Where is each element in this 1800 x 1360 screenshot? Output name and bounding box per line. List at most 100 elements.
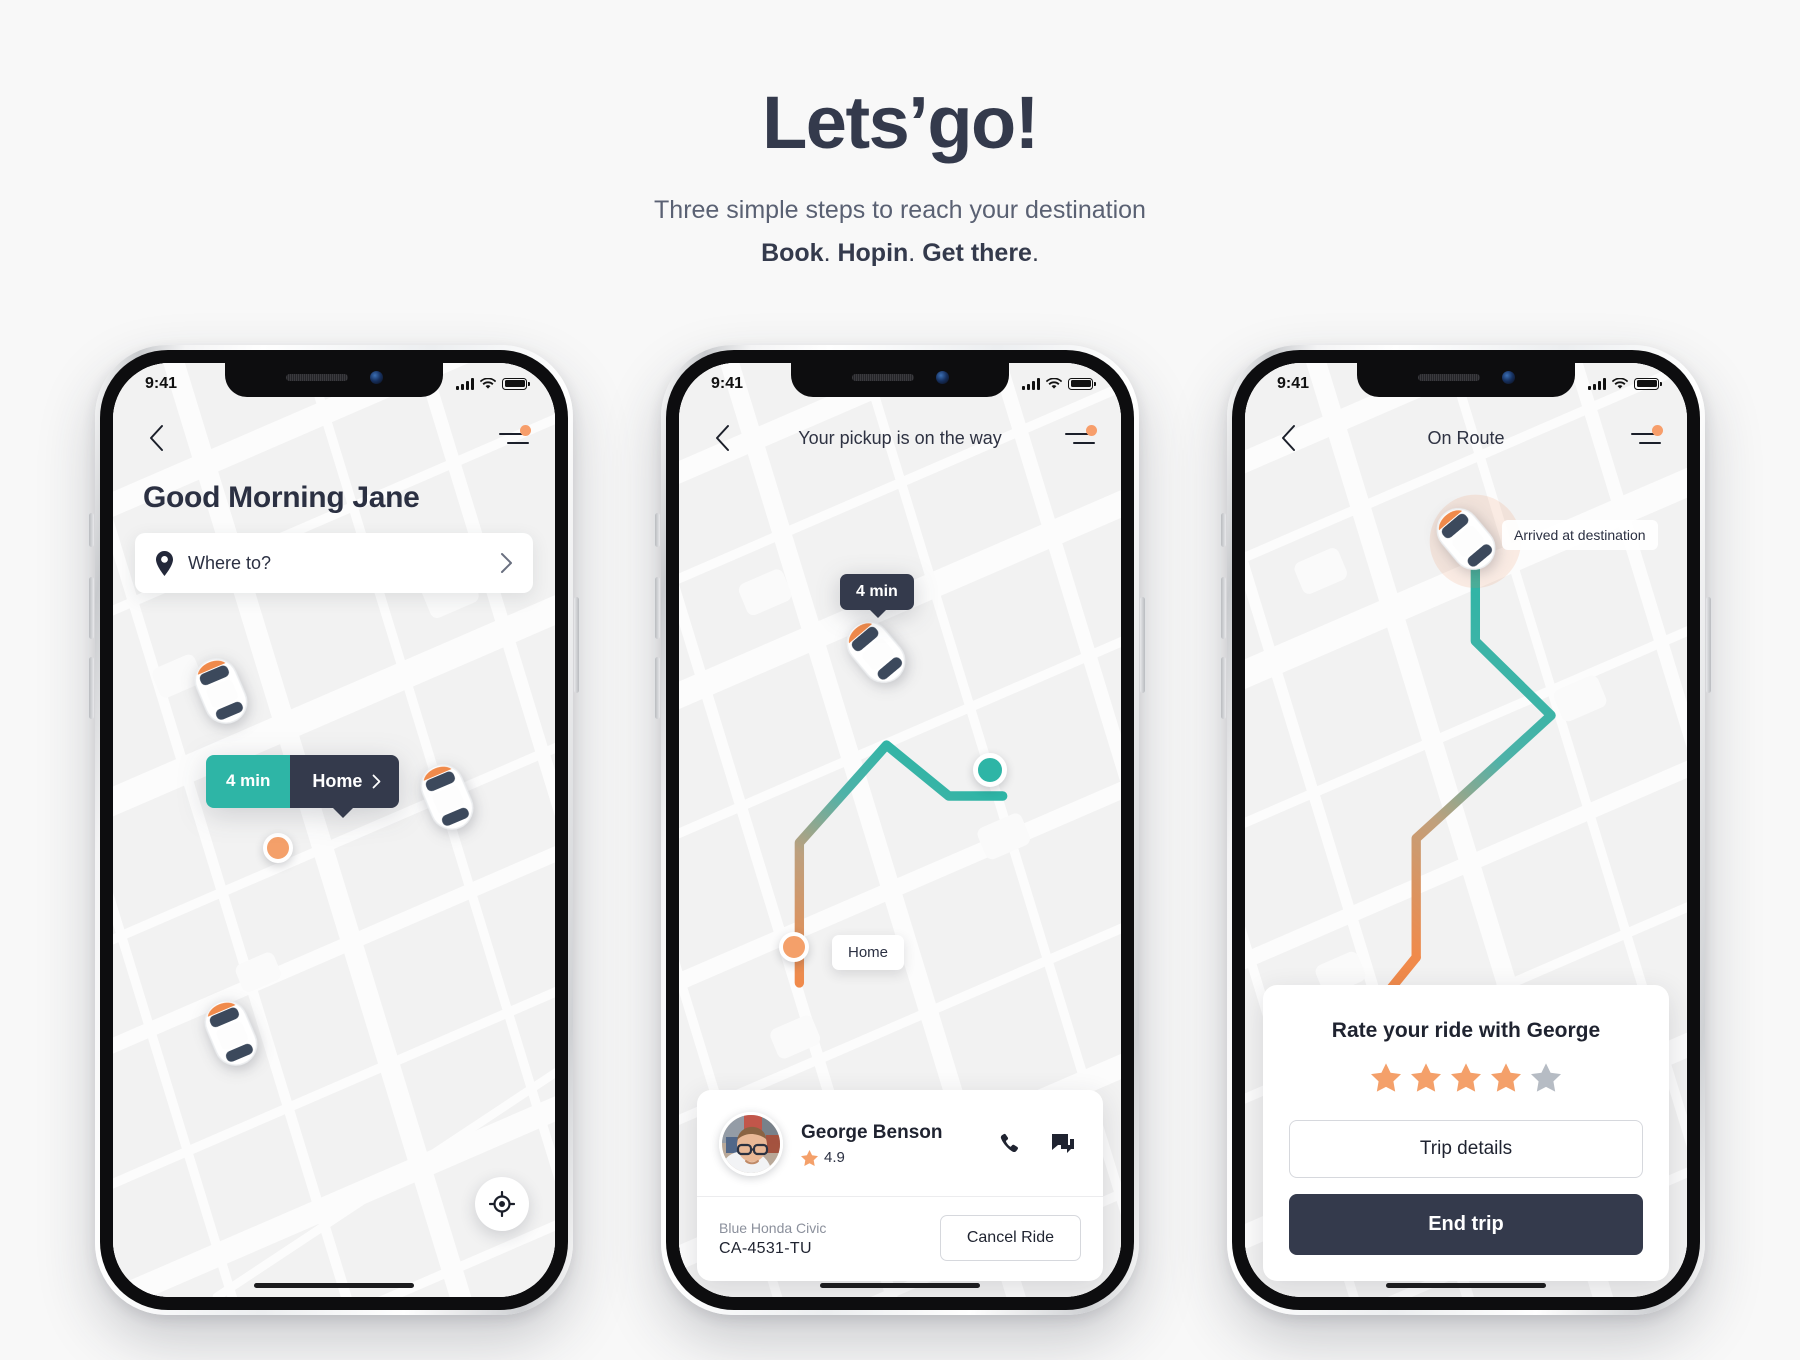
- phone-icon: [1000, 1133, 1018, 1153]
- mute-switch: [1221, 513, 1226, 547]
- status-icons: [1022, 377, 1096, 390]
- driver-name: George Benson: [801, 1122, 943, 1143]
- back-button[interactable]: [139, 421, 173, 455]
- arrived-chip: Arrived at destination: [1502, 520, 1658, 550]
- vehicle-info: Blue Honda Civic CA-4531-TU: [719, 1218, 826, 1258]
- search-placeholder-text: Where to?: [188, 552, 272, 573]
- star-icon: [801, 1149, 818, 1166]
- volume-down-button: [1221, 657, 1226, 719]
- star-icon-2[interactable]: [1411, 1063, 1441, 1092]
- power-button: [1706, 597, 1711, 693]
- greeting-text: Good Morning Jane: [143, 481, 420, 514]
- callout-destination-label: Home: [312, 771, 363, 791]
- star-icon-5[interactable]: [1531, 1063, 1561, 1092]
- nav-title-pickup: Your pickup is on the way: [798, 427, 1002, 448]
- top-nav-on-route: On Route: [1245, 415, 1687, 461]
- earpiece-speaker: [1417, 373, 1480, 381]
- star-icon-3[interactable]: [1451, 1063, 1481, 1092]
- cancel-ride-button[interactable]: Cancel Ride: [939, 1215, 1081, 1261]
- home-chip[interactable]: Home: [832, 935, 905, 970]
- phone-body: 9:41: [100, 350, 568, 1310]
- driver-rating: 4.9: [801, 1149, 973, 1166]
- rating-card: Rate your ride with George Trip details …: [1263, 985, 1669, 1281]
- notch: [1357, 363, 1575, 397]
- phone-mockups: 9:41 Good Morning Jane Where to? 4 min H…: [0, 345, 1800, 1315]
- callout-destination[interactable]: Home: [290, 755, 400, 818]
- destination-callout[interactable]: 4 min Home: [206, 755, 400, 818]
- power-button: [574, 597, 579, 693]
- page-root: Lets’go! Three simple steps to reach you…: [0, 0, 1800, 1360]
- tagline-sep-1: .: [823, 239, 838, 267]
- battery-icon: [502, 377, 530, 390]
- back-button[interactable]: [1271, 421, 1305, 455]
- wifi-icon: [1046, 377, 1062, 389]
- status-icons: [456, 377, 530, 390]
- tagline-sep-3: .: [1031, 239, 1039, 267]
- eta-bubble: 4 min: [840, 574, 914, 618]
- chevron-left-icon: [150, 425, 163, 451]
- cellular-bars-icon: [456, 377, 474, 390]
- status-time: 9:41: [711, 374, 744, 392]
- search-destination-input[interactable]: Where to?: [135, 533, 533, 593]
- menu-button[interactable]: [495, 421, 531, 455]
- page-tagline: Book. Hopin. Get there.: [0, 239, 1800, 268]
- crosshair-locate-icon: [489, 1191, 515, 1217]
- home-indicator: [254, 1283, 414, 1288]
- tagline-word-book: Book: [761, 239, 824, 267]
- destination-pin[interactable]: [779, 932, 809, 962]
- chevron-right-icon: [373, 774, 381, 789]
- notch: [225, 363, 443, 397]
- mute-switch: [89, 513, 94, 547]
- volume-up-button: [1221, 577, 1226, 639]
- volume-down-button: [655, 657, 660, 719]
- chevron-left-icon: [1282, 425, 1295, 451]
- star-icon-4[interactable]: [1491, 1063, 1521, 1092]
- top-nav-home: [113, 415, 555, 461]
- driver-photo-icon: [722, 1115, 780, 1173]
- screen-home: 9:41 Good Morning Jane Where to? 4 min H…: [113, 363, 555, 1297]
- notification-dot-icon: [1652, 425, 1663, 436]
- trip-details-button[interactable]: Trip details: [1289, 1120, 1643, 1178]
- volume-up-button: [89, 577, 94, 639]
- menu-button[interactable]: [1627, 421, 1663, 455]
- home-indicator: [820, 1283, 980, 1288]
- driver-info-row: George Benson 4.9: [697, 1090, 1103, 1196]
- wifi-icon: [1612, 377, 1628, 389]
- pickup-pin[interactable]: [973, 753, 1007, 787]
- status-time: 9:41: [145, 374, 178, 392]
- page-title: Lets’go!: [762, 81, 1039, 164]
- menu-button[interactable]: [1061, 421, 1097, 455]
- message-driver-button[interactable]: [1045, 1126, 1081, 1162]
- power-button: [1140, 597, 1145, 693]
- end-trip-button[interactable]: End trip: [1289, 1194, 1643, 1255]
- phone-on-route: 9:41 On Route Arrived at destination Rat…: [1221, 345, 1711, 1315]
- battery-icon: [1634, 377, 1662, 390]
- destination-pin[interactable]: [263, 833, 293, 863]
- status-icons: [1588, 377, 1662, 390]
- star-icon-1[interactable]: [1371, 1063, 1401, 1092]
- back-button[interactable]: [705, 421, 739, 455]
- volume-down-button: [89, 657, 94, 719]
- star-rating[interactable]: [1289, 1063, 1643, 1092]
- volume-up-button: [655, 577, 660, 639]
- tagline-word-hopin: Hopin: [837, 239, 909, 267]
- phone-body: 9:41: [666, 350, 1134, 1310]
- phone-body: 9:41: [1232, 350, 1700, 1310]
- call-driver-button[interactable]: [991, 1126, 1027, 1162]
- top-nav-pickup: Your pickup is on the way: [679, 415, 1121, 461]
- front-camera: [1501, 370, 1515, 384]
- notification-dot-icon: [1086, 425, 1097, 436]
- page-header: Lets’go! Three simple steps to reach you…: [0, 0, 1800, 268]
- mute-switch: [655, 513, 660, 547]
- phone-pickup: 9:41 Your pickup is on the way 4 min Hom…: [655, 345, 1145, 1315]
- avatar[interactable]: [719, 1112, 783, 1176]
- vehicle-info-row: Blue Honda Civic CA-4531-TU Cancel Ride: [697, 1196, 1103, 1281]
- wifi-icon: [480, 377, 496, 389]
- status-time: 9:41: [1277, 374, 1310, 392]
- chevron-right-icon: [501, 553, 512, 573]
- vehicle-plate: CA-4531-TU: [719, 1239, 812, 1257]
- locate-me-button[interactable]: [475, 1177, 529, 1231]
- battery-icon: [1068, 377, 1096, 390]
- notification-dot-icon: [520, 425, 531, 436]
- driver-card: George Benson 4.9 Blue Honda Civic CA-45…: [697, 1090, 1103, 1281]
